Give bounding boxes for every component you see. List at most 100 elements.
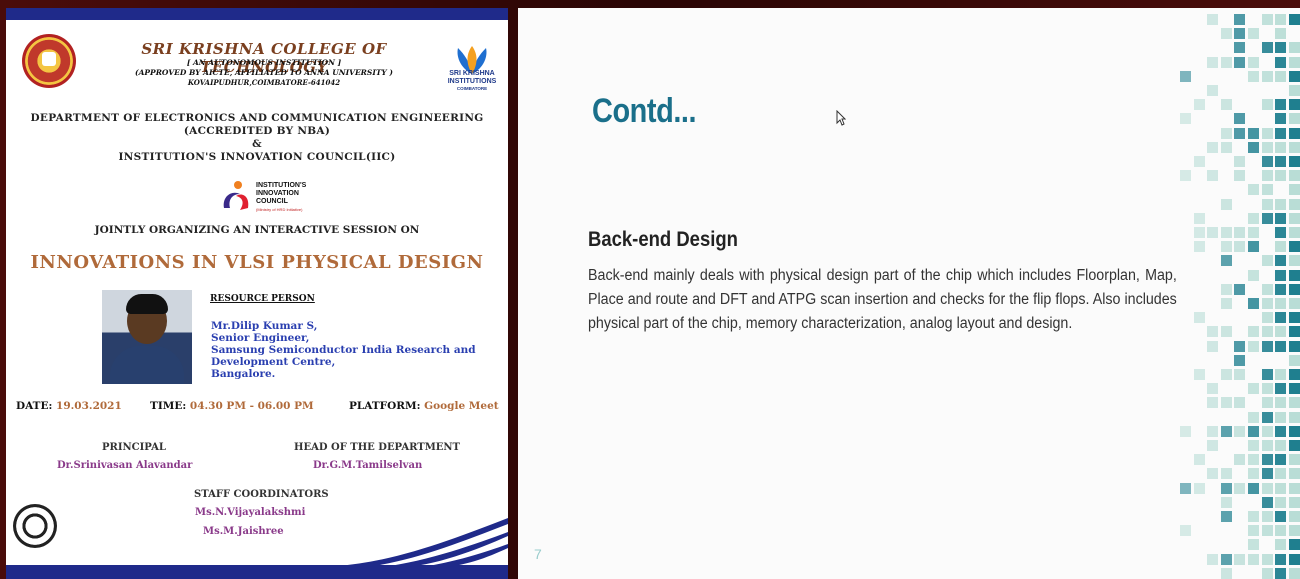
iic-line-3: COUNCIL xyxy=(256,198,288,205)
tile xyxy=(1288,42,1300,54)
tile xyxy=(1220,511,1232,522)
tile xyxy=(1180,482,1191,494)
tile xyxy=(1248,340,1259,352)
resource-designation: Senior Engineer, xyxy=(211,332,310,344)
tile xyxy=(1234,454,1246,466)
resource-organization: Samsung Semiconductor India Research and xyxy=(211,344,476,356)
tile xyxy=(1288,85,1300,96)
tile xyxy=(1261,99,1273,111)
tile xyxy=(1207,141,1219,153)
tile xyxy=(1288,482,1300,494)
tile xyxy=(1275,141,1287,153)
date-value: 19.03.2021 xyxy=(56,400,122,412)
tile xyxy=(1207,326,1219,338)
tile xyxy=(1220,326,1232,338)
tile xyxy=(1288,511,1300,522)
tile xyxy=(1275,170,1287,182)
tile xyxy=(1220,141,1232,153)
tile xyxy=(1220,56,1232,68)
tile xyxy=(1288,340,1300,352)
tile xyxy=(1288,369,1300,380)
tile xyxy=(1261,567,1273,579)
iic-line-2: INNOVATION xyxy=(256,190,299,197)
tile xyxy=(1261,212,1273,224)
tile xyxy=(1207,383,1219,395)
tile xyxy=(1220,482,1232,494)
tile xyxy=(1207,85,1219,96)
tile xyxy=(1180,425,1191,437)
tile xyxy=(1234,227,1246,238)
tile xyxy=(1234,241,1246,253)
tile xyxy=(1220,28,1232,40)
tile xyxy=(1275,42,1287,54)
section-title: Back-end Design xyxy=(588,228,738,251)
tile xyxy=(1288,283,1300,295)
tile xyxy=(1220,227,1232,238)
tile xyxy=(1220,553,1232,565)
hod-role: HEAD OF THE DEPARTMENT xyxy=(294,442,460,453)
ampersand: & xyxy=(252,138,262,150)
tile xyxy=(1275,70,1287,82)
tile xyxy=(1193,156,1205,167)
tile xyxy=(1275,28,1287,40)
tile xyxy=(1288,496,1300,508)
approval-label: (APPROVED BY AICTE, AFFILIATED TO ANNA U… xyxy=(135,68,393,77)
tile xyxy=(1193,482,1205,494)
tile xyxy=(1288,269,1300,281)
tile xyxy=(1248,56,1259,68)
tile xyxy=(1275,411,1287,423)
tile xyxy=(1261,184,1273,196)
tile xyxy=(1193,454,1205,466)
tile xyxy=(1275,326,1287,338)
tile xyxy=(1261,198,1273,210)
staff-coordinator-1: Ms.N.Vijayalakshmi xyxy=(195,507,306,518)
tile xyxy=(1248,269,1259,281)
tile xyxy=(1248,482,1259,494)
tile xyxy=(1220,298,1232,309)
tile xyxy=(1248,28,1259,40)
tile xyxy=(1248,511,1259,522)
tile xyxy=(1180,70,1191,82)
resource-organization-cont: Development Centre, xyxy=(211,356,336,368)
platform-info: PLATFORM: Google Meet xyxy=(349,400,499,412)
tile xyxy=(1261,511,1273,522)
tile xyxy=(1288,354,1300,366)
tile xyxy=(1261,440,1273,451)
tile xyxy=(1248,425,1259,437)
tile xyxy=(1275,383,1287,395)
tile xyxy=(1207,170,1219,182)
tile xyxy=(1248,553,1259,565)
tile xyxy=(1275,340,1287,352)
presentation-slide: Contd... Back-end Design Back-end mainly… xyxy=(518,8,1300,579)
tile xyxy=(1234,397,1246,409)
department-name: DEPARTMENT OF ELECTRONICS AND COMMUNICAT… xyxy=(30,112,484,124)
principal-role: PRINCIPAL xyxy=(102,442,166,453)
tile xyxy=(1234,340,1246,352)
tile xyxy=(1261,127,1273,139)
tile xyxy=(1275,312,1287,324)
tile xyxy=(1275,482,1287,494)
tile xyxy=(1288,312,1300,324)
tile xyxy=(1220,127,1232,139)
tile xyxy=(1275,298,1287,309)
tile xyxy=(1234,354,1246,366)
tile xyxy=(1220,468,1232,480)
tile xyxy=(1207,56,1219,68)
tile xyxy=(1248,326,1259,338)
tile xyxy=(1248,539,1259,551)
tile xyxy=(1248,127,1259,139)
tile xyxy=(1288,440,1300,451)
time-key: TIME: xyxy=(150,400,187,412)
tile xyxy=(1288,553,1300,565)
tile xyxy=(1248,212,1259,224)
tile xyxy=(1220,496,1232,508)
event-poster: SRI KRISHNA COLLEGE OF TECHNOLOGY [ AN A… xyxy=(6,8,508,579)
tile xyxy=(1275,454,1287,466)
tile xyxy=(1261,283,1273,295)
tile xyxy=(1288,184,1300,196)
tile xyxy=(1275,156,1287,167)
tile xyxy=(1261,42,1273,54)
tile xyxy=(1288,383,1300,395)
tile xyxy=(1261,425,1273,437)
tile xyxy=(1275,496,1287,508)
